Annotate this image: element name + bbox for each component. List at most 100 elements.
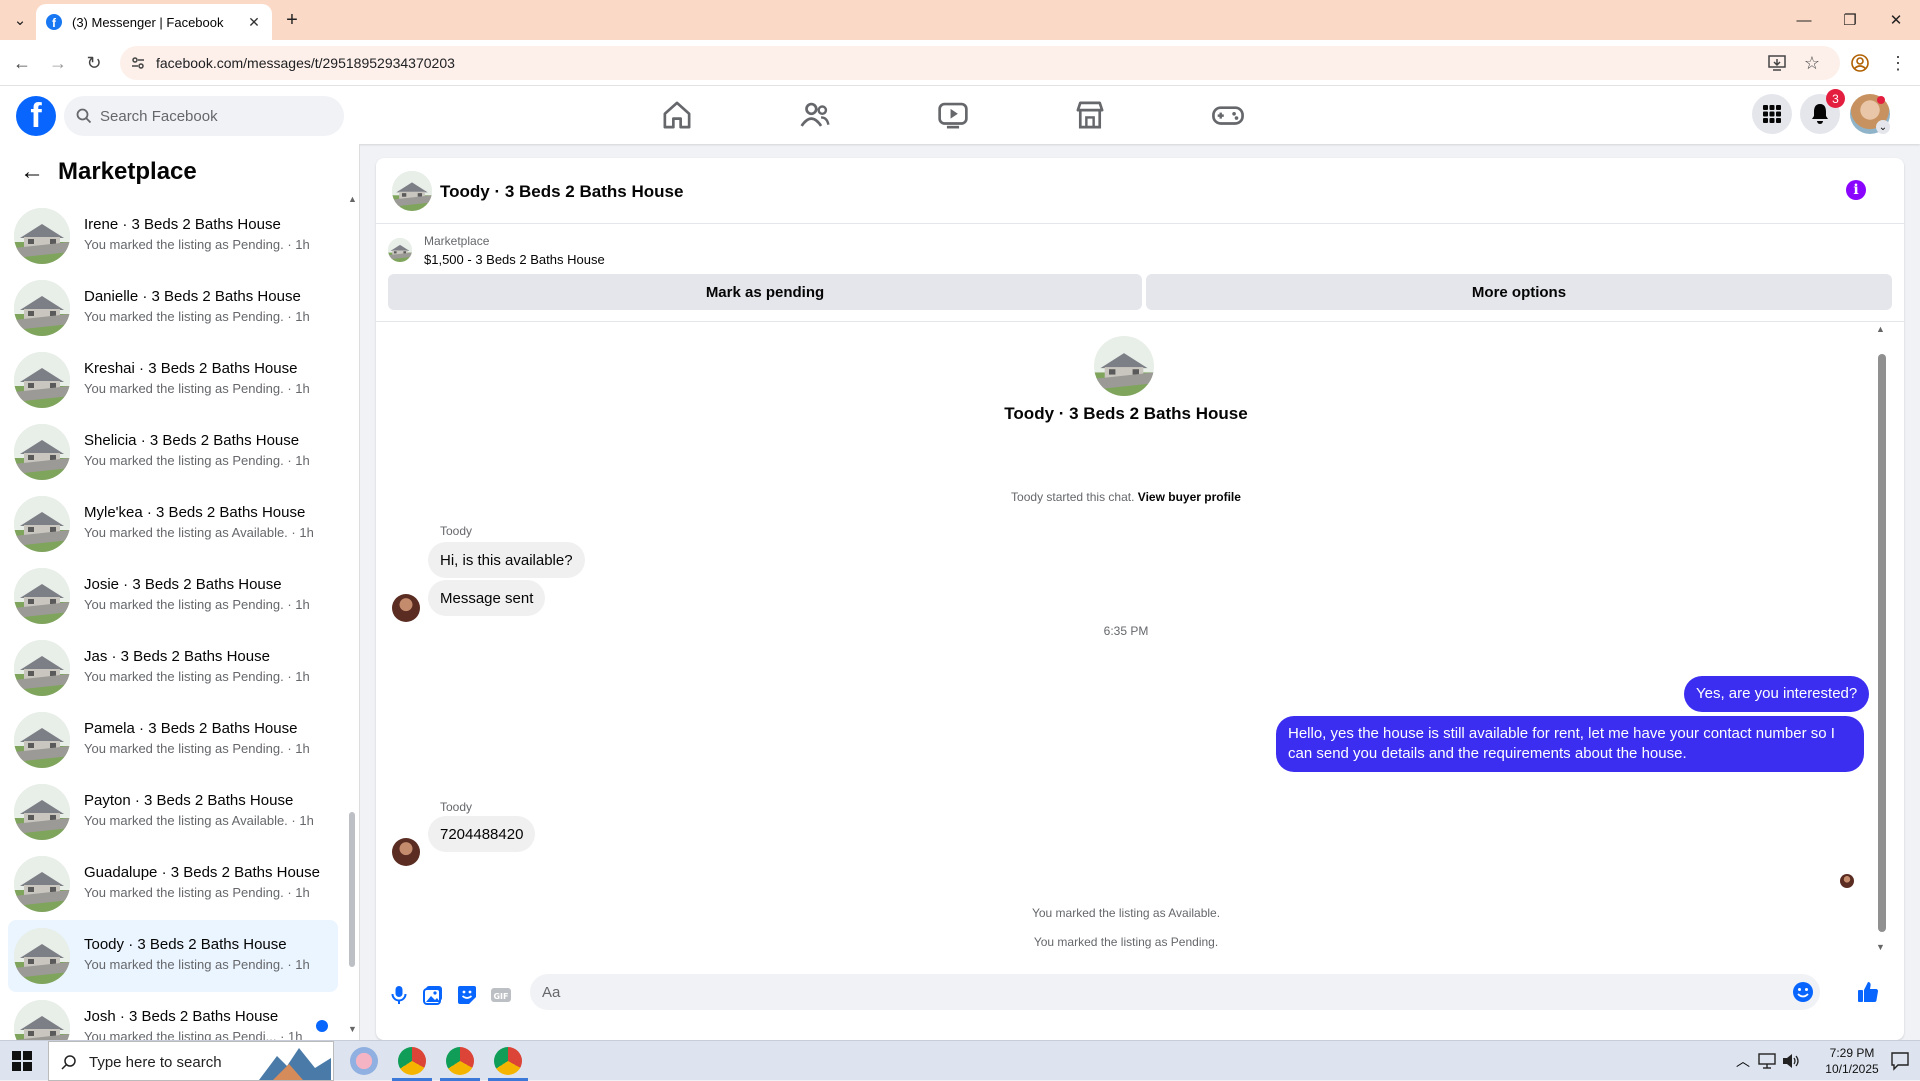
conversation-name: Toody · 3 Beds 2 Baths House [84, 936, 287, 953]
sidebar-scroll-down-icon[interactable]: ▼ [348, 1024, 357, 1034]
sticker-icon[interactable] [456, 984, 478, 1006]
incoming-message[interactable]: 7204488420 [428, 816, 536, 852]
chat-scrollbar-thumb[interactable] [1878, 354, 1886, 932]
tab-search-chevron-icon[interactable]: ⌄ [8, 8, 32, 32]
sender-avatar[interactable] [392, 838, 420, 866]
restore-icon[interactable]: ❐ [1838, 8, 1862, 32]
conversation-item[interactable]: Pamela · 3 Beds 2 Baths House You marked … [8, 704, 338, 776]
sender-name: Toody [440, 524, 473, 538]
install-app-icon[interactable] [1768, 54, 1786, 72]
incoming-message[interactable]: Message sent [428, 580, 546, 616]
conversation-name: Jas · 3 Beds 2 Baths House [84, 648, 270, 665]
url-omnibox[interactable]: facebook.com/messages/t/2951895293437020… [120, 46, 1840, 80]
incoming-message[interactable]: Hi, is this available? [428, 542, 585, 578]
menu-grid-button[interactable] [1752, 94, 1792, 134]
facebook-logo[interactable]: f [16, 96, 56, 136]
microphone-icon[interactable] [388, 984, 410, 1006]
photo-icon[interactable] [422, 984, 444, 1006]
conversation-avatar [14, 208, 70, 264]
conversation-item[interactable]: Guadalupe · 3 Beds 2 Baths House You mark… [8, 848, 338, 920]
conversation-item[interactable]: Myle'kea · 3 Beds 2 Baths House You marke… [8, 488, 338, 560]
more-options-button[interactable]: More options [1146, 274, 1892, 310]
conversation-item[interactable]: Jas · 3 Beds 2 Baths House You marked the… [8, 632, 338, 704]
sender-avatar[interactable] [392, 594, 420, 622]
browser-tab-bar: ⌄ f (3) Messenger | Facebook ✕ + — ❐ ✕ [0, 0, 1920, 40]
listing-price[interactable]: $1,500 - 3 Beds 2 Baths House [424, 252, 605, 267]
mark-as-pending-button[interactable]: Mark as pending [388, 274, 1142, 310]
conversation-name: Kreshai · 3 Beds 2 Baths House [84, 360, 298, 377]
taskbar-chrome-icon[interactable] [440, 1047, 480, 1081]
reload-icon[interactable]: ↻ [82, 51, 106, 75]
seen-receipt-avatar [1840, 874, 1854, 888]
bookmark-star-icon[interactable]: ☆ [1800, 51, 1824, 75]
notification-center-icon[interactable] [1890, 1051, 1910, 1071]
conversation-item[interactable]: Shelicia · 3 Beds 2 Baths House You marke… [8, 416, 338, 488]
taskbar-search-icon [61, 1055, 76, 1070]
chat-title[interactable]: Toody · 3 Beds 2 Baths House [440, 182, 683, 202]
message-composer: GIF Aa [376, 964, 1904, 1040]
conversation-avatar [14, 280, 70, 336]
window-close-icon[interactable]: ✕ [1884, 8, 1908, 32]
conversation-status: You marked the listing as Pending. · 1h [84, 597, 310, 612]
watch-video-icon[interactable] [936, 98, 970, 132]
conversation-item[interactable]: Josh · 3 Beds 2 Baths House You marked th… [8, 992, 338, 1040]
outgoing-message[interactable]: Yes, are you interested? [1684, 676, 1870, 712]
conversation-item[interactable]: Josie · 3 Beds 2 Baths House You marked t… [8, 560, 338, 632]
back-icon[interactable]: ← [10, 51, 34, 75]
account-chevron-icon[interactable]: ⌄ [1876, 120, 1890, 134]
conversation-status: You marked the listing as Pending. · 1h [84, 453, 310, 468]
taskbar-chrome-icon[interactable] [488, 1047, 528, 1081]
facebook-search[interactable]: Search Facebook [64, 96, 344, 136]
taskbar-app-icon[interactable] [350, 1047, 378, 1075]
browser-tab-messenger[interactable]: f (3) Messenger | Facebook ✕ [36, 4, 272, 40]
chat-avatar[interactable] [392, 171, 432, 211]
conversation-avatar [14, 928, 70, 984]
info-icon[interactable]: i [1846, 180, 1866, 200]
view-buyer-profile-link[interactable]: View buyer profile [1138, 490, 1241, 504]
conversation-item[interactable]: Kreshai · 3 Beds 2 Baths House You marked… [8, 344, 338, 416]
conversation-item[interactable]: Payton · 3 Beds 2 Baths House You marked … [8, 776, 338, 848]
listing-status-event: You marked the listing as Available. [1031, 906, 1221, 920]
chat-scroll-up-icon[interactable]: ▲ [1876, 324, 1885, 334]
forward-icon[interactable]: → [46, 51, 70, 75]
thumbs-up-like-icon[interactable] [1856, 980, 1880, 1004]
back-arrow-icon[interactable]: ← [20, 158, 44, 186]
taskbar-clock[interactable]: 7:29 PM 10/1/2025 [1820, 1045, 1884, 1077]
emoji-icon[interactable] [1792, 981, 1814, 1003]
volume-icon[interactable] [1782, 1053, 1800, 1069]
profile-icon[interactable] [1850, 53, 1870, 73]
network-icon[interactable] [1758, 1053, 1776, 1069]
minimize-icon[interactable]: — [1792, 8, 1816, 32]
conversation-status: You marked the listing as Pending. · 1h [84, 309, 310, 324]
conversation-name: Irene · 3 Beds 2 Baths House [84, 216, 281, 233]
taskbar-search[interactable]: Type here to search [48, 1041, 334, 1081]
sidebar-scroll-up-icon[interactable]: ▲ [348, 194, 357, 204]
message-input[interactable]: Aa [530, 974, 1820, 1010]
conversation-status: You marked the listing as Pending. · 1h [84, 957, 310, 972]
new-tab-icon[interactable]: + [280, 8, 304, 32]
chat-started-text: Toody started this chat. [1011, 490, 1135, 504]
listing-thumbnail[interactable] [388, 238, 412, 262]
show-hidden-icons-chevron-icon[interactable]: ︿ [1736, 1051, 1750, 1071]
account-dot-badge [1877, 96, 1885, 104]
site-info-icon[interactable] [130, 55, 146, 71]
taskbar-chrome-icon[interactable] [392, 1047, 432, 1081]
tab-close-icon[interactable]: ✕ [246, 14, 262, 31]
facebook-header: f Search Facebook 3 ⌄ [0, 86, 1920, 144]
windows-start-icon[interactable] [12, 1051, 32, 1071]
friends-icon[interactable] [798, 98, 832, 132]
sender-name: Toody [440, 800, 473, 814]
browser-menu-icon[interactable]: ⋮ [1886, 51, 1910, 75]
home-icon[interactable] [660, 98, 694, 132]
sidebar-scrollbar-thumb[interactable] [349, 812, 355, 967]
conversation-item[interactable]: Danielle · 3 Beds 2 Baths House You marke… [8, 272, 338, 344]
marketplace-store-icon[interactable] [1073, 98, 1107, 132]
conversation-name: Pamela · 3 Beds 2 Baths House [84, 720, 298, 737]
gif-icon[interactable]: GIF [490, 984, 512, 1006]
chat-scroll-down-icon[interactable]: ▼ [1876, 942, 1885, 952]
conversation-item[interactable]: Irene · 3 Beds 2 Baths House You marked t… [8, 200, 338, 272]
gaming-controller-icon[interactable] [1211, 98, 1245, 132]
intro-avatar[interactable] [1094, 336, 1154, 396]
conversation-item[interactable]: Toody · 3 Beds 2 Baths House You marked t… [8, 920, 338, 992]
outgoing-message[interactable]: Hello, yes the house is still available … [1276, 716, 1864, 772]
